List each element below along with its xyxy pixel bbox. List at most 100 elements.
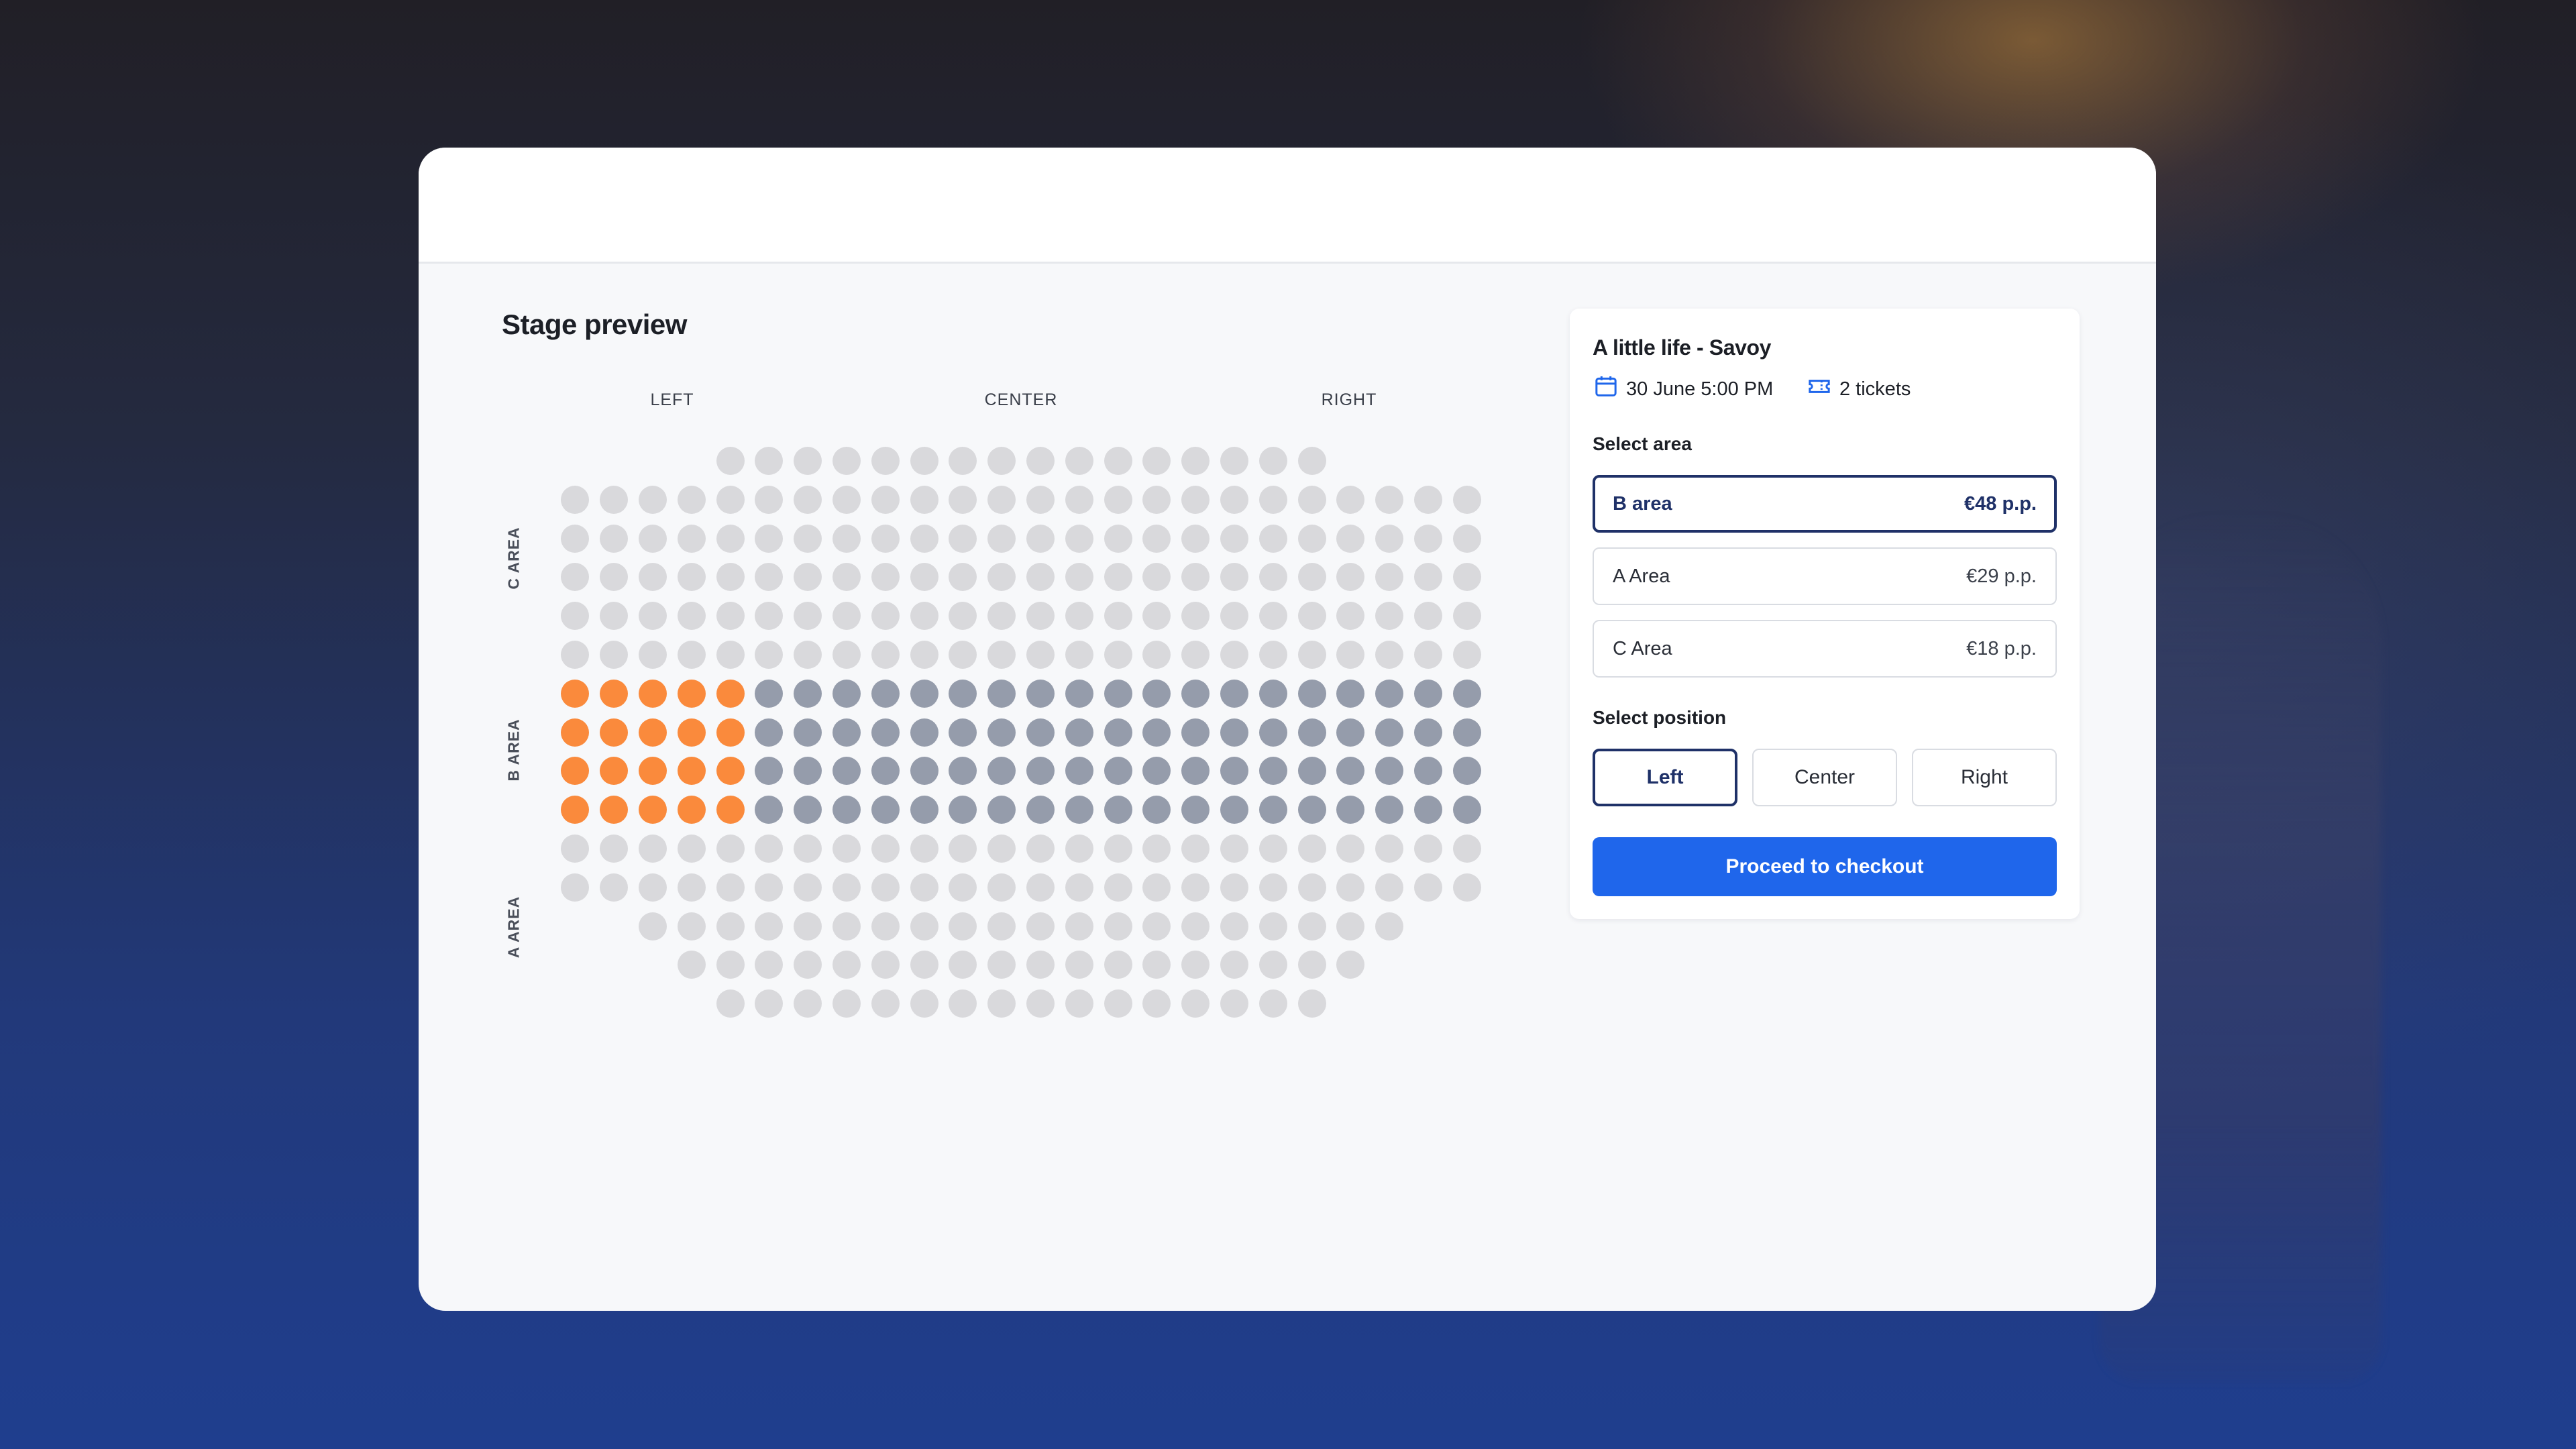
seat[interactable] — [1297, 485, 1326, 514]
seat[interactable] — [1413, 835, 1442, 863]
seat[interactable] — [871, 912, 900, 941]
seat-selected[interactable] — [677, 679, 706, 708]
seat-b-area[interactable] — [1336, 718, 1365, 747]
seat[interactable] — [949, 912, 977, 941]
seat[interactable] — [1336, 951, 1365, 979]
seat[interactable] — [1375, 602, 1404, 631]
seat-b-area[interactable] — [1026, 757, 1055, 786]
seat[interactable] — [871, 485, 900, 514]
seat[interactable] — [871, 835, 900, 863]
seat[interactable] — [677, 485, 706, 514]
seat[interactable] — [832, 989, 861, 1018]
seat[interactable] — [1258, 485, 1287, 514]
seat[interactable] — [1026, 835, 1055, 863]
seat[interactable] — [794, 447, 822, 475]
seat[interactable] — [1026, 951, 1055, 979]
seat[interactable] — [794, 912, 822, 941]
seat[interactable] — [638, 602, 667, 631]
position-right-button[interactable]: Right — [1912, 749, 2057, 806]
seat-b-area[interactable] — [1065, 718, 1093, 747]
seat-b-area[interactable] — [910, 679, 938, 708]
seat[interactable] — [987, 524, 1016, 553]
seat-b-area[interactable] — [755, 796, 784, 824]
seat-b-area[interactable] — [1297, 796, 1326, 824]
seat[interactable] — [1336, 485, 1365, 514]
seat[interactable] — [1297, 563, 1326, 592]
seat-b-area[interactable] — [1297, 757, 1326, 786]
seat-selected[interactable] — [677, 796, 706, 824]
seat[interactable] — [1452, 641, 1481, 669]
seat[interactable] — [1220, 912, 1248, 941]
seat[interactable] — [561, 602, 590, 631]
seat[interactable] — [794, 563, 822, 592]
area-option-c[interactable]: C Area €18 p.p. — [1593, 620, 2057, 678]
seat-b-area[interactable] — [794, 757, 822, 786]
seat-b-area[interactable] — [1220, 796, 1248, 824]
seat-b-area[interactable] — [832, 796, 861, 824]
seat-b-area[interactable] — [1104, 757, 1132, 786]
seat[interactable] — [1026, 873, 1055, 902]
seat[interactable] — [1258, 951, 1287, 979]
seat-b-area[interactable] — [1026, 796, 1055, 824]
seat-selected[interactable] — [716, 718, 745, 747]
seat[interactable] — [1452, 835, 1481, 863]
seat[interactable] — [1065, 835, 1093, 863]
seat[interactable] — [794, 602, 822, 631]
seat[interactable] — [755, 641, 784, 669]
seat[interactable] — [1258, 835, 1287, 863]
seat-b-area[interactable] — [949, 757, 977, 786]
seat[interactable] — [1065, 989, 1093, 1018]
seat[interactable] — [1297, 835, 1326, 863]
seat[interactable] — [987, 835, 1016, 863]
seat[interactable] — [1104, 641, 1132, 669]
seat[interactable] — [1104, 563, 1132, 592]
seat[interactable] — [949, 835, 977, 863]
seat[interactable] — [677, 524, 706, 553]
seat[interactable] — [871, 563, 900, 592]
seat[interactable] — [1065, 563, 1093, 592]
seat-b-area[interactable] — [755, 757, 784, 786]
seat-b-area[interactable] — [987, 679, 1016, 708]
seat[interactable] — [1220, 641, 1248, 669]
seat[interactable] — [987, 641, 1016, 669]
seat-b-area[interactable] — [910, 757, 938, 786]
seat[interactable] — [832, 447, 861, 475]
seat[interactable] — [794, 641, 822, 669]
seat-b-area[interactable] — [1413, 718, 1442, 747]
seat[interactable] — [1104, 447, 1132, 475]
seat[interactable] — [1142, 641, 1171, 669]
seat[interactable] — [1413, 602, 1442, 631]
seat[interactable] — [716, 641, 745, 669]
seat-b-area[interactable] — [1452, 679, 1481, 708]
seat[interactable] — [716, 835, 745, 863]
seat[interactable] — [1220, 563, 1248, 592]
seat[interactable] — [1104, 951, 1132, 979]
seat[interactable] — [949, 563, 977, 592]
seat[interactable] — [716, 912, 745, 941]
seat[interactable] — [1258, 989, 1287, 1018]
seat[interactable] — [794, 524, 822, 553]
seat[interactable] — [1413, 873, 1442, 902]
seat[interactable] — [987, 563, 1016, 592]
seat[interactable] — [1065, 873, 1093, 902]
seat[interactable] — [600, 641, 629, 669]
seat[interactable] — [910, 912, 938, 941]
seat[interactable] — [910, 835, 938, 863]
seat[interactable] — [832, 912, 861, 941]
seat[interactable] — [677, 563, 706, 592]
seat[interactable] — [561, 485, 590, 514]
seat-b-area[interactable] — [1181, 796, 1210, 824]
position-left-button[interactable]: Left — [1593, 749, 1737, 806]
seat-b-area[interactable] — [1297, 718, 1326, 747]
seat[interactable] — [1375, 835, 1404, 863]
seat[interactable] — [561, 641, 590, 669]
seat-b-area[interactable] — [1336, 757, 1365, 786]
seat[interactable] — [1258, 563, 1287, 592]
seat[interactable] — [755, 873, 784, 902]
proceed-to-checkout-button[interactable]: Proceed to checkout — [1593, 837, 2057, 896]
seat-b-area[interactable] — [871, 718, 900, 747]
seat[interactable] — [1297, 951, 1326, 979]
seat[interactable] — [1375, 485, 1404, 514]
seat[interactable] — [677, 912, 706, 941]
seat[interactable] — [1452, 602, 1481, 631]
